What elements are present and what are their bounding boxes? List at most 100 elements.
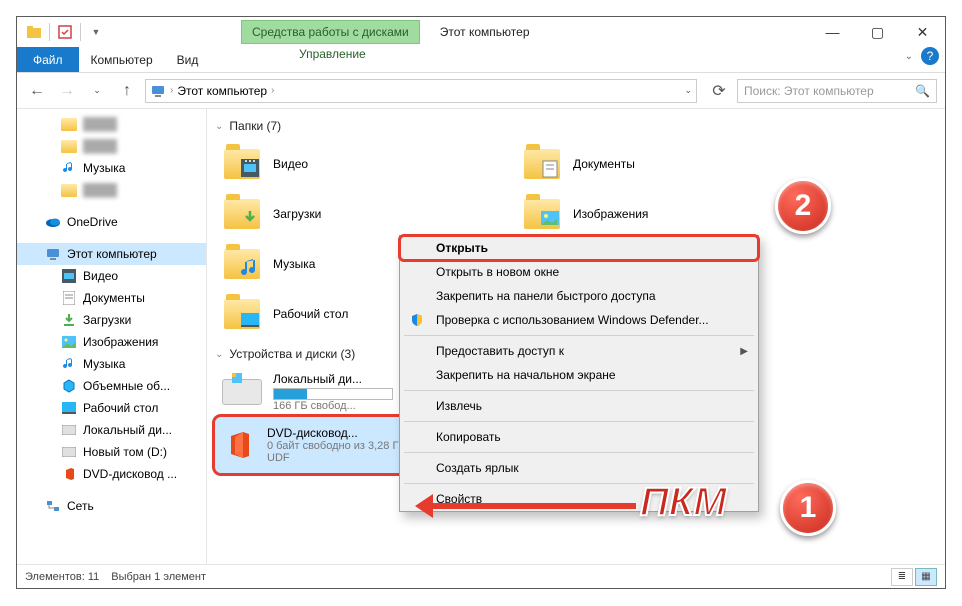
annotation-arrow-head <box>415 494 433 518</box>
folder-icon <box>221 245 263 283</box>
ribbon-file-tab[interactable]: Файл <box>17 47 79 72</box>
shield-icon <box>408 311 426 329</box>
breadcrumb-this-pc[interactable]: Этот компьютер <box>177 84 267 98</box>
properties-qat-icon[interactable] <box>54 21 76 43</box>
context-menu-item[interactable]: Закрепить на начальном экране <box>400 363 758 387</box>
sidebar-item[interactable]: Музыка <box>17 157 206 179</box>
doc-icon <box>61 290 77 306</box>
context-menu-item[interactable]: Открыть в новом окне <box>400 260 758 284</box>
folder-item[interactable]: Изображения <box>515 189 815 239</box>
up-button[interactable]: ↑ <box>115 79 139 103</box>
menu-separator <box>404 335 754 336</box>
sidebar-item[interactable]: Сеть <box>17 495 206 517</box>
ribbon-tab-view[interactable]: Вид <box>165 47 211 72</box>
sidebar-item-label: Новый том (D:) <box>83 445 167 459</box>
drive-local-sub: 166 ГБ свобод... <box>273 400 393 412</box>
ribbon-tab-computer[interactable]: Компьютер <box>79 47 165 72</box>
drive-dvd-info: DVD-дисковод... 0 байт свободно из 3,28 … <box>267 426 406 464</box>
sidebar-item[interactable]: Изображения <box>17 331 206 353</box>
qat-separator <box>80 23 81 41</box>
context-menu-item[interactable]: Закрепить на панели быстрого доступа <box>400 284 758 308</box>
title-bar: ▼ Средства работы с дисками Этот компьют… <box>17 17 945 47</box>
folder-icon <box>61 116 77 132</box>
music-icon <box>61 356 77 372</box>
sidebar-item-label: Видео <box>83 269 118 283</box>
video-icon <box>61 268 77 284</box>
status-selection: Выбран 1 элемент <box>111 571 206 583</box>
close-button[interactable]: ✕ <box>900 17 945 47</box>
context-menu[interactable]: Открыть Открыть в новом окне Закрепить на … <box>399 235 759 512</box>
folder-item[interactable]: Документы <box>515 139 815 189</box>
menu-item-label: Проверка с использованием Windows Defend… <box>436 313 709 327</box>
folder-label: Рабочий стол <box>273 307 348 321</box>
ribbon-collapse-icon[interactable]: ⌄ <box>905 51 913 62</box>
context-menu-item[interactable]: Копировать <box>400 425 758 449</box>
details-view-button[interactable]: ≣ <box>891 568 913 586</box>
pc-icon <box>45 246 61 262</box>
drive-local[interactable]: Локальный ди... 166 ГБ свобод... <box>215 367 415 417</box>
navigation-pane[interactable]: ████████Музыка████OneDriveЭтот компьютер… <box>17 109 207 564</box>
refresh-button[interactable]: ⟳ <box>707 79 731 103</box>
sidebar-item-label: ████ <box>83 139 117 153</box>
sidebar-item[interactable]: Этот компьютер <box>17 243 206 265</box>
drive-space-bar <box>273 388 393 400</box>
context-menu-item[interactable]: Открыть <box>400 236 758 260</box>
3d-icon <box>61 378 77 394</box>
context-tab-drive-tools[interactable]: Средства работы с дисками <box>241 20 420 44</box>
folder-icon <box>221 295 263 333</box>
folder-icon <box>61 182 77 198</box>
view-switcher: ≣ ▦ <box>891 568 937 586</box>
sidebar-item[interactable]: Музыка <box>17 353 206 375</box>
search-placeholder: Поиск: Этот компьютер <box>744 84 874 98</box>
minimize-button[interactable]: — <box>810 17 855 47</box>
recent-locations-dropdown[interactable]: ⌄ <box>85 79 109 103</box>
desktop-icon <box>61 400 77 416</box>
sidebar-item[interactable]: ████ <box>17 113 206 135</box>
folder-label: Загрузки <box>273 207 321 221</box>
chevron-right-icon[interactable]: › <box>271 85 274 96</box>
qat-dropdown-icon[interactable]: ▼ <box>85 21 107 43</box>
folder-icon <box>221 195 263 233</box>
help-icon[interactable]: ? <box>921 47 939 65</box>
sidebar-item[interactable]: ████ <box>17 135 206 157</box>
chevron-down-icon[interactable]: ⌄ <box>215 121 223 132</box>
annotation-badge-1: 1 <box>780 480 836 536</box>
maximize-button[interactable]: ▢ <box>855 17 900 47</box>
folder-icon <box>61 138 77 154</box>
group-header-folders[interactable]: ⌄ Папки (7) <box>215 119 937 133</box>
sidebar-item[interactable]: OneDrive <box>17 211 206 233</box>
sidebar-item[interactable]: Новый том (D:) <box>17 441 206 463</box>
back-button[interactable]: ← <box>25 79 49 103</box>
sidebar-item[interactable]: Объемные об... <box>17 375 206 397</box>
drive-icon <box>61 444 77 460</box>
search-box[interactable]: Поиск: Этот компьютер 🔍 <box>737 79 937 103</box>
forward-button[interactable]: → <box>55 79 79 103</box>
sidebar-item[interactable]: Загрузки <box>17 309 206 331</box>
tiles-view-button[interactable]: ▦ <box>915 568 937 586</box>
menu-item-label: Предоставить доступ к <box>436 344 564 358</box>
quick-access-toolbar: ▼ <box>17 21 107 43</box>
sidebar-item-label: Изображения <box>83 335 158 349</box>
chevron-down-icon[interactable]: ⌄ <box>215 349 223 360</box>
context-menu-item[interactable]: Извлечь <box>400 394 758 418</box>
menu-item-label: Открыть в новом окне <box>436 265 559 279</box>
sidebar-item[interactable]: Документы <box>17 287 206 309</box>
menu-item-label: Закрепить на панели быстрого доступа <box>436 289 656 303</box>
context-menu-item[interactable]: Создать ярлык <box>400 456 758 480</box>
address-dropdown[interactable]: ⌄ <box>684 85 692 96</box>
sidebar-item[interactable]: ████ <box>17 179 206 201</box>
folder-item[interactable]: Видео <box>215 139 515 189</box>
context-menu-item[interactable]: Предоставить доступ к▶ <box>400 339 758 363</box>
address-bar[interactable]: › Этот компьютер › ⌄ <box>145 79 697 103</box>
ribbon-tab-manage[interactable]: Управление <box>287 47 378 61</box>
sidebar-item[interactable]: DVD-дисковод ... <box>17 463 206 485</box>
sidebar-item[interactable]: Рабочий стол <box>17 397 206 419</box>
context-menu-item[interactable]: Проверка с использованием Windows Defend… <box>400 308 758 332</box>
sidebar-item[interactable]: Видео <box>17 265 206 287</box>
chevron-right-icon[interactable]: › <box>170 85 173 96</box>
menu-item-label: Создать ярлык <box>436 461 519 475</box>
sidebar-item[interactable]: Локальный ди... <box>17 419 206 441</box>
drive-icon <box>61 422 77 438</box>
folder-item[interactable]: Загрузки <box>215 189 515 239</box>
annotation-arrow <box>426 503 636 509</box>
